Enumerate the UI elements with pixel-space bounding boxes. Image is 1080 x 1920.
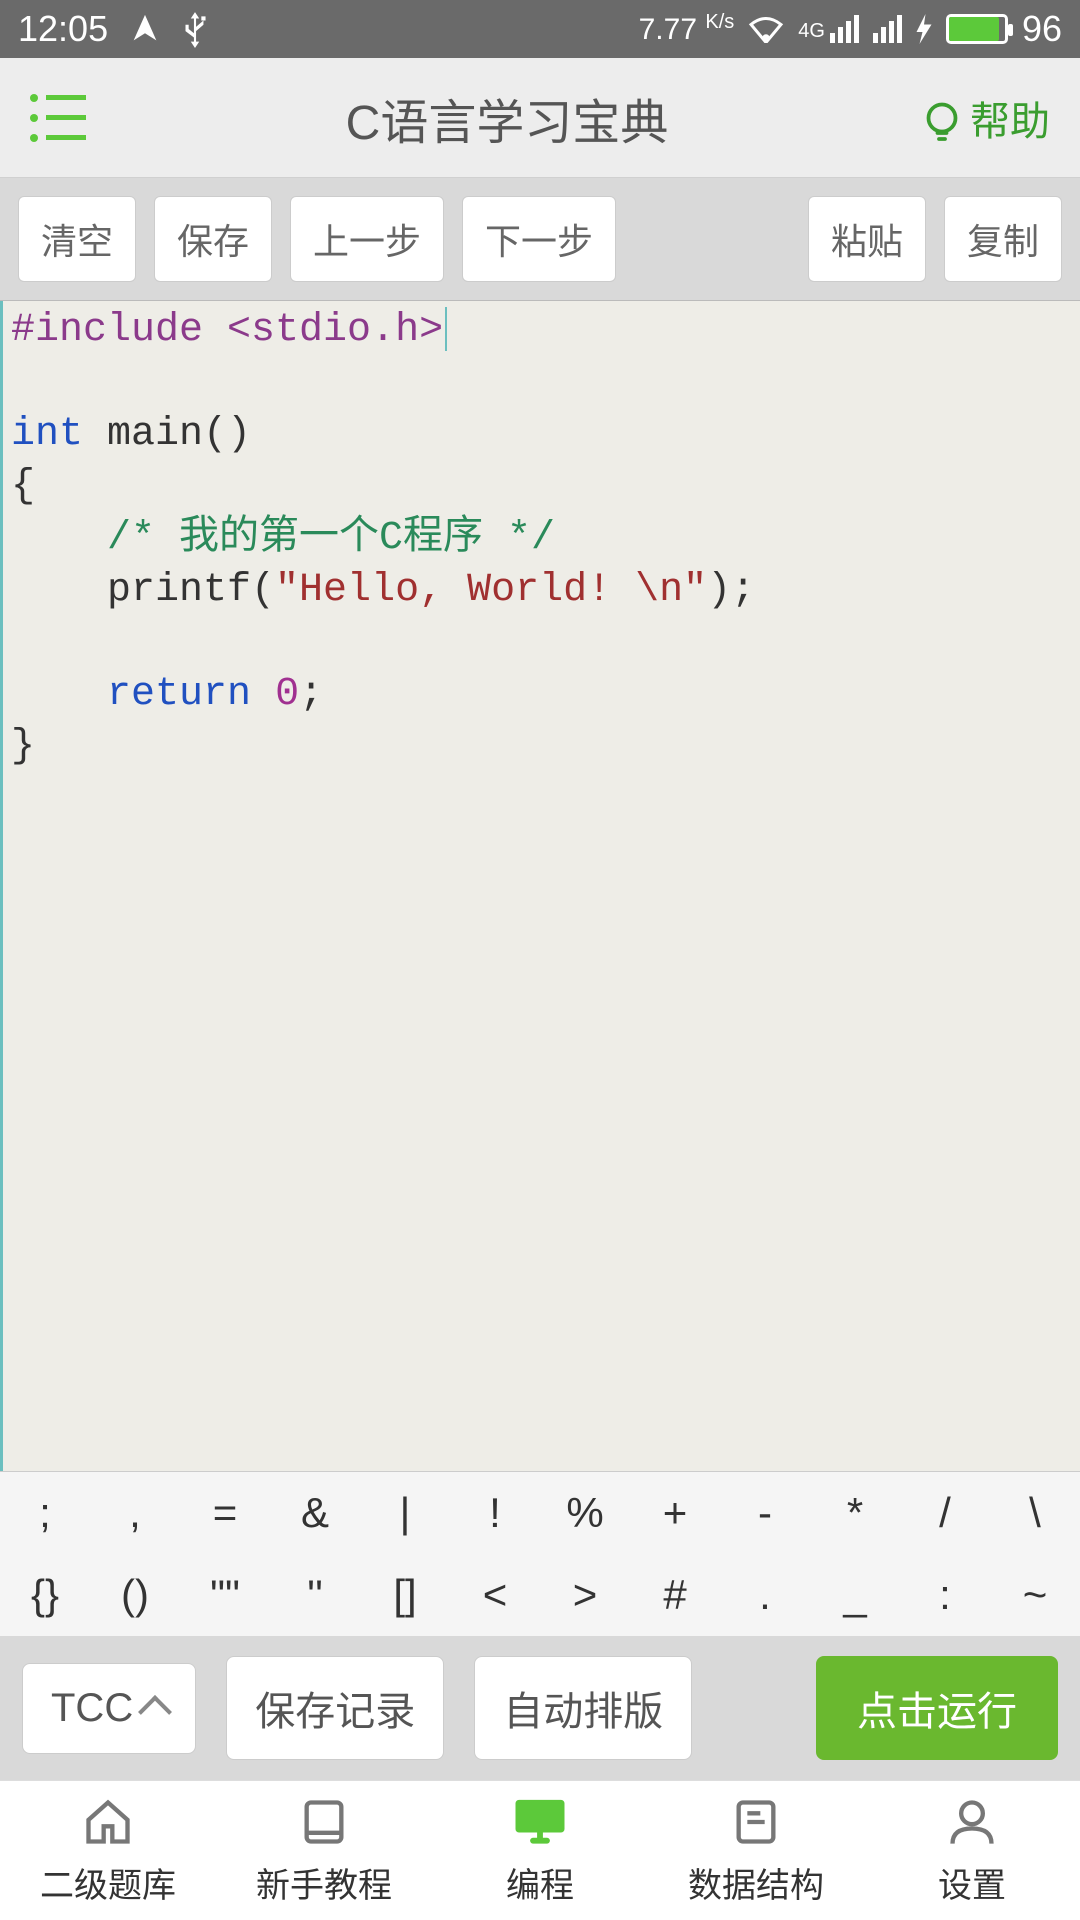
battery-icon <box>946 14 1008 44</box>
nav-settings[interactable]: 设置 <box>864 1781 1080 1920</box>
symbol-key[interactable]: ; <box>0 1489 90 1537</box>
battery-level: 96 <box>1022 8 1062 50</box>
symbol-key[interactable]: ! <box>450 1489 540 1537</box>
symbol-row-2: {}()""''[]<>#._:~ <box>0 1554 1080 1636</box>
nav-tutorial[interactable]: 新手教程 <box>216 1781 432 1920</box>
history-button[interactable]: 保存记录 <box>226 1656 444 1760</box>
compiler-select[interactable]: TCC <box>22 1663 196 1754</box>
cursor-icon <box>445 307 447 351</box>
status-time: 12:05 <box>18 8 108 50</box>
redo-button[interactable]: 下一步 <box>462 196 616 282</box>
symbol-key[interactable]: "" <box>180 1571 270 1619</box>
code-line: #include <stdio.h> <box>11 308 443 353</box>
menu-button[interactable] <box>30 88 90 148</box>
symbol-key[interactable]: \ <box>990 1489 1080 1537</box>
status-bar: 12:05 7.77 K/s 4G 96 <box>0 0 1080 58</box>
nav-label: 二级题库 <box>40 1858 176 1907</box>
app-header: C语言学习宝典 帮助 <box>0 58 1080 178</box>
code-token: int <box>11 412 83 457</box>
symbol-key[interactable]: % <box>540 1489 630 1537</box>
charging-icon <box>916 14 932 44</box>
help-button[interactable]: 帮助 <box>924 89 1050 147</box>
symbol-key[interactable]: | <box>360 1489 450 1537</box>
symbol-key[interactable]: . <box>720 1571 810 1619</box>
help-label: 帮助 <box>970 89 1050 147</box>
nav-label: 设置 <box>938 1858 1006 1907</box>
code-token: } <box>11 724 35 769</box>
nav-question-bank[interactable]: 二级题库 <box>0 1781 216 1920</box>
nav-label: 数据结构 <box>688 1858 824 1907</box>
status-icon-1 <box>128 12 162 46</box>
code-string: "Hello, World! \n" <box>275 568 707 613</box>
code-token: 0 <box>275 672 299 717</box>
symbol-key[interactable]: / <box>900 1489 990 1537</box>
user-icon <box>944 1794 1000 1850</box>
symbol-key[interactable]: * <box>810 1489 900 1537</box>
code-token: ); <box>707 568 755 613</box>
bottom-nav: 二级题库 新手教程 编程 数据结构 设置 <box>0 1780 1080 1920</box>
format-button[interactable]: 自动排版 <box>474 1656 692 1760</box>
action-bar: TCC 保存记录 自动排版 点击运行 <box>0 1636 1080 1780</box>
symbol-key[interactable]: _ <box>810 1571 900 1619</box>
monitor-icon <box>512 1794 568 1850</box>
run-button[interactable]: 点击运行 <box>816 1656 1058 1760</box>
net-speed: 7.77 K/s <box>639 11 735 47</box>
symbol-key[interactable]: {} <box>0 1571 90 1619</box>
code-comment: /* 我的第一个C程序 */ <box>107 516 555 561</box>
copy-button[interactable]: 复制 <box>944 196 1062 282</box>
code-token: main() <box>83 412 251 457</box>
wifi-icon <box>748 15 784 43</box>
symbol-key[interactable]: , <box>90 1489 180 1537</box>
paste-button[interactable]: 粘贴 <box>808 196 926 282</box>
toolbar: 清空 保存 上一步 下一步 粘贴 复制 <box>0 178 1080 301</box>
save-button[interactable]: 保存 <box>154 196 272 282</box>
clear-button[interactable]: 清空 <box>18 196 136 282</box>
symbol-key[interactable]: () <box>90 1571 180 1619</box>
symbol-row-1: ;,=&|!%+-*/\ <box>0 1472 1080 1554</box>
book-icon <box>296 1794 352 1850</box>
code-token: { <box>11 464 35 509</box>
code-token: printf( <box>107 568 275 613</box>
code-editor[interactable]: #include <stdio.h> int main() { /* 我的第一个… <box>0 301 1080 1471</box>
symbol-key[interactable]: > <box>540 1571 630 1619</box>
code-token: return <box>107 672 251 717</box>
symbol-key[interactable]: + <box>630 1489 720 1537</box>
home-icon <box>80 1794 136 1850</box>
symbol-key[interactable]: < <box>450 1571 540 1619</box>
chevron-up-icon <box>138 1695 172 1729</box>
symbol-key[interactable]: [] <box>360 1571 450 1619</box>
symbol-key[interactable]: = <box>180 1489 270 1537</box>
symbol-key[interactable]: '' <box>270 1571 360 1619</box>
nav-coding[interactable]: 编程 <box>432 1781 648 1920</box>
signal-4g-icon: 4G <box>798 15 859 43</box>
symbol-key[interactable]: # <box>630 1571 720 1619</box>
bulb-icon <box>924 100 960 136</box>
document-icon <box>728 1794 784 1850</box>
symbol-key[interactable]: - <box>720 1489 810 1537</box>
app-title: C语言学习宝典 <box>90 83 924 153</box>
nav-data-structure[interactable]: 数据结构 <box>648 1781 864 1920</box>
symbol-key[interactable]: ~ <box>990 1571 1080 1619</box>
signal-icon <box>873 15 902 43</box>
compiler-label: TCC <box>51 1686 133 1731</box>
nav-label: 编程 <box>506 1858 574 1907</box>
undo-button[interactable]: 上一步 <box>290 196 444 282</box>
nav-label: 新手教程 <box>256 1858 392 1907</box>
symbol-key[interactable]: : <box>900 1571 990 1619</box>
symbol-keyboard: ;,=&|!%+-*/\ {}()""''[]<>#._:~ <box>0 1471 1080 1636</box>
code-token: ; <box>299 672 323 717</box>
usb-icon <box>182 10 208 48</box>
symbol-key[interactable]: & <box>270 1489 360 1537</box>
